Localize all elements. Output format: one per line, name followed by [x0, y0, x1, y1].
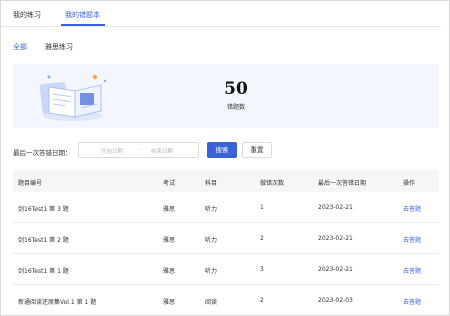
answer-link[interactable]: 去答题 [403, 235, 421, 244]
open-book-illustration-icon [39, 74, 107, 121]
answer-link[interactable]: 去答题 [403, 204, 421, 213]
cell-wrong-times: 1 [260, 204, 264, 211]
cell-last-wrong-date: 2023-02-21 [318, 204, 353, 211]
table-row: 剑16Test1 第 2 题 雅思 听力 2 2023-02-21 去答题 [13, 223, 439, 254]
cell-question-id: 新通阅读还原集Vol.1 第 1 题 [18, 299, 97, 306]
error-book-page: 我的练习 我的错题本 全部 雅思练习 50 错题数 最后一次答错日期： 开始日期… [0, 0, 450, 316]
filter-ielts-practice[interactable]: 雅思练习 [45, 42, 73, 52]
reset-button[interactable]: 重置 [242, 142, 272, 158]
cell-exam: 雅思 [163, 268, 176, 275]
cell-wrong-times: 2 [260, 297, 264, 304]
tab-error-book[interactable]: 我的错题本 [65, 10, 100, 20]
cell-question-id: 剑16Test1 第 2 题 [18, 237, 69, 244]
search-button[interactable]: 搜索 [207, 142, 237, 158]
start-date-input[interactable]: 开始日期 [101, 147, 123, 155]
header-action: 操作 [403, 180, 416, 187]
cell-last-wrong-date: 2023-02-21 [318, 266, 353, 273]
cell-subject: 阅读 [205, 299, 218, 306]
cell-wrong-times: 2 [260, 235, 264, 242]
date-range-picker[interactable]: 开始日期 - 结束日期 [78, 142, 199, 158]
error-count-label: 错题数 [226, 104, 245, 111]
tab-my-practice[interactable]: 我的练习 [13, 10, 41, 20]
table-row: 剑16Test1 第 1 题 雅思 听力 3 2023-02-21 去答题 [13, 254, 439, 285]
table-row: 剑16Test1 第 3 题 雅思 听力 1 2023-02-21 去答题 [13, 192, 439, 223]
cell-question-id: 剑16Test1 第 3 题 [18, 206, 69, 213]
cell-last-wrong-date: 2023-02-21 [318, 235, 353, 242]
header-exam: 考试 [163, 180, 176, 187]
cell-subject: 听力 [205, 268, 218, 275]
answer-link[interactable]: 去答题 [403, 266, 421, 275]
header-wrong-times: 做错次数 [260, 180, 285, 187]
cell-wrong-times: 3 [260, 266, 264, 273]
cell-last-wrong-date: 2023-02-03 [318, 297, 353, 304]
table-row: 新通阅读还原集Vol.1 第 1 题 雅思 阅读 2 2023-02-03 去答… [13, 285, 439, 315]
header-question-id: 题目编号 [18, 180, 43, 187]
filter-all[interactable]: 全部 [13, 42, 27, 52]
cell-subject: 听力 [205, 237, 218, 244]
error-count: 50 [224, 79, 248, 99]
table-header: 题目编号 考试 科目 做错次数 最后一次答错日期 操作 [13, 170, 439, 192]
cell-subject: 听力 [205, 206, 218, 213]
date-range-separator: - [140, 146, 143, 153]
answer-link[interactable]: 去答题 [403, 297, 421, 306]
cell-exam: 雅思 [163, 299, 176, 306]
header-subject: 科目 [205, 180, 218, 187]
cell-exam: 雅思 [163, 237, 176, 244]
header-last-wrong-date: 最后一次答错日期 [318, 180, 367, 187]
active-tab-indicator [61, 24, 105, 26]
summary-banner: 50 错题数 [13, 64, 439, 128]
cell-exam: 雅思 [163, 206, 176, 213]
date-filter-label: 最后一次答错日期： [13, 149, 72, 157]
end-date-input[interactable]: 结束日期 [151, 147, 173, 155]
top-tabs: 我的练习 我的错题本 [1, 1, 441, 27]
cell-question-id: 剑16Test1 第 1 题 [18, 268, 69, 275]
